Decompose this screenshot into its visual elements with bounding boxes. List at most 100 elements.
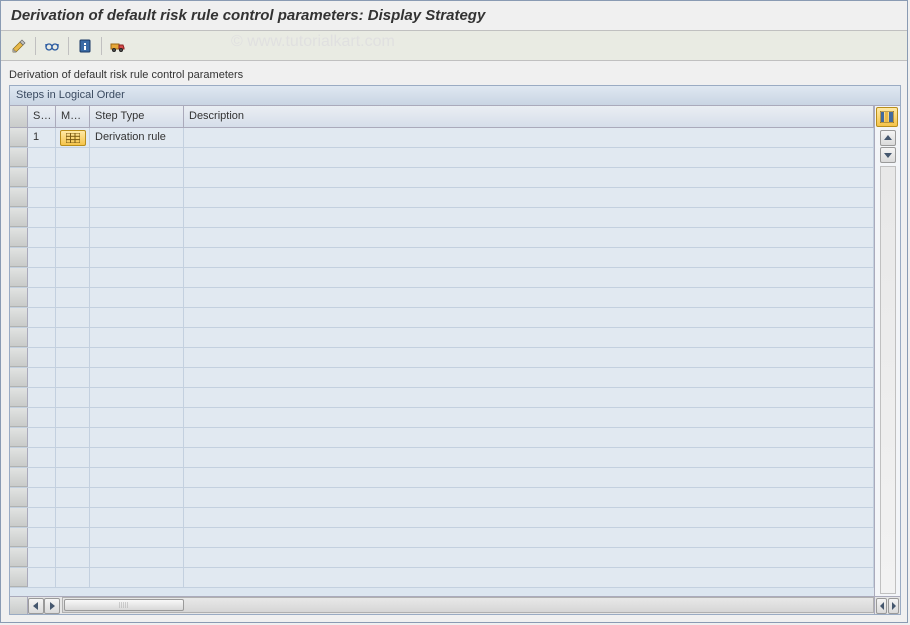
cell-type[interactable] xyxy=(90,428,184,447)
cell-maint[interactable] xyxy=(56,448,90,467)
row-selector[interactable] xyxy=(10,448,28,467)
table-row[interactable]: 1Derivation rule xyxy=(10,128,874,148)
table-row[interactable] xyxy=(10,268,874,288)
row-selector[interactable] xyxy=(10,128,28,147)
row-selector[interactable] xyxy=(10,548,28,567)
col-description[interactable]: Description xyxy=(184,106,874,127)
vscroll-track[interactable] xyxy=(880,166,896,594)
row-selector[interactable] xyxy=(10,368,28,387)
cell-step[interactable] xyxy=(28,248,56,267)
cell-type[interactable] xyxy=(90,228,184,247)
row-selector[interactable] xyxy=(10,468,28,487)
cell-maint[interactable] xyxy=(56,248,90,267)
table-row[interactable] xyxy=(10,468,874,488)
row-selector[interactable] xyxy=(10,568,28,587)
row-selector[interactable] xyxy=(10,288,28,307)
scroll-right-button[interactable] xyxy=(44,598,60,614)
table-row[interactable] xyxy=(10,308,874,328)
cell-type[interactable] xyxy=(90,148,184,167)
cell-maint[interactable] xyxy=(56,548,90,567)
cell-maint[interactable] xyxy=(56,308,90,327)
row-selector[interactable] xyxy=(10,528,28,547)
table-row[interactable] xyxy=(10,248,874,268)
cell-description[interactable] xyxy=(184,208,874,227)
cell-type[interactable] xyxy=(90,468,184,487)
cell-type[interactable] xyxy=(90,508,184,527)
cell-description[interactable] xyxy=(184,188,874,207)
cell-maint[interactable] xyxy=(56,368,90,387)
cell-step[interactable] xyxy=(28,548,56,567)
cell-description[interactable] xyxy=(184,508,874,527)
configure-columns-button[interactable] xyxy=(876,107,898,127)
cell-description[interactable] xyxy=(184,128,874,147)
cell-step[interactable] xyxy=(28,308,56,327)
cell-step[interactable] xyxy=(28,188,56,207)
cell-step[interactable] xyxy=(28,488,56,507)
table-row[interactable] xyxy=(10,288,874,308)
cell-step[interactable] xyxy=(28,568,56,587)
table-row[interactable] xyxy=(10,528,874,548)
cell-step[interactable] xyxy=(28,508,56,527)
cell-step[interactable] xyxy=(28,368,56,387)
table-row[interactable] xyxy=(10,388,874,408)
hscroll-track[interactable] xyxy=(62,597,874,613)
display-button[interactable] xyxy=(40,35,64,57)
cell-description[interactable] xyxy=(184,308,874,327)
cell-type[interactable] xyxy=(90,408,184,427)
row-selector[interactable] xyxy=(10,488,28,507)
table-row[interactable] xyxy=(10,368,874,388)
cell-type[interactable] xyxy=(90,268,184,287)
scroll-right-button-2[interactable] xyxy=(888,598,899,614)
cell-maint[interactable] xyxy=(56,148,90,167)
cell-step[interactable] xyxy=(28,268,56,287)
row-selector[interactable] xyxy=(10,208,28,227)
col-step[interactable]: St... xyxy=(28,106,56,127)
cell-type[interactable] xyxy=(90,248,184,267)
cell-maint[interactable] xyxy=(56,128,90,147)
cell-description[interactable] xyxy=(184,388,874,407)
cell-type[interactable] xyxy=(90,288,184,307)
table-row[interactable] xyxy=(10,228,874,248)
col-maint[interactable]: Ma... xyxy=(56,106,90,127)
table-row[interactable] xyxy=(10,168,874,188)
cell-type[interactable] xyxy=(90,488,184,507)
cell-description[interactable] xyxy=(184,528,874,547)
row-selector[interactable] xyxy=(10,268,28,287)
cell-maint[interactable] xyxy=(56,508,90,527)
cell-type[interactable] xyxy=(90,388,184,407)
cell-description[interactable] xyxy=(184,228,874,247)
table-row[interactable] xyxy=(10,328,874,348)
cell-type[interactable] xyxy=(90,308,184,327)
cell-step[interactable] xyxy=(28,408,56,427)
cell-step[interactable] xyxy=(28,388,56,407)
row-selector[interactable] xyxy=(10,508,28,527)
cell-step[interactable] xyxy=(28,428,56,447)
cell-step[interactable] xyxy=(28,168,56,187)
scroll-up-button[interactable] xyxy=(880,130,896,146)
row-selector[interactable] xyxy=(10,248,28,267)
cell-step[interactable] xyxy=(28,448,56,467)
row-selector[interactable] xyxy=(10,188,28,207)
col-type[interactable]: Step Type xyxy=(90,106,184,127)
row-selector[interactable] xyxy=(10,388,28,407)
table-row[interactable] xyxy=(10,448,874,468)
cell-type[interactable]: Derivation rule xyxy=(90,128,184,147)
cell-type[interactable] xyxy=(90,528,184,547)
cell-step[interactable] xyxy=(28,348,56,367)
cell-step[interactable] xyxy=(28,468,56,487)
cell-maint[interactable] xyxy=(56,388,90,407)
cell-description[interactable] xyxy=(184,488,874,507)
cell-maint[interactable] xyxy=(56,288,90,307)
cell-maint[interactable] xyxy=(56,268,90,287)
cell-description[interactable] xyxy=(184,468,874,487)
table-row[interactable] xyxy=(10,488,874,508)
cell-step[interactable] xyxy=(28,148,56,167)
table-row[interactable] xyxy=(10,148,874,168)
cell-maint[interactable] xyxy=(56,328,90,347)
hscroll-thumb[interactable] xyxy=(64,599,184,611)
cell-description[interactable] xyxy=(184,328,874,347)
cell-step[interactable] xyxy=(28,328,56,347)
row-selector[interactable] xyxy=(10,328,28,347)
info-button[interactable] xyxy=(73,35,97,57)
cell-description[interactable] xyxy=(184,368,874,387)
